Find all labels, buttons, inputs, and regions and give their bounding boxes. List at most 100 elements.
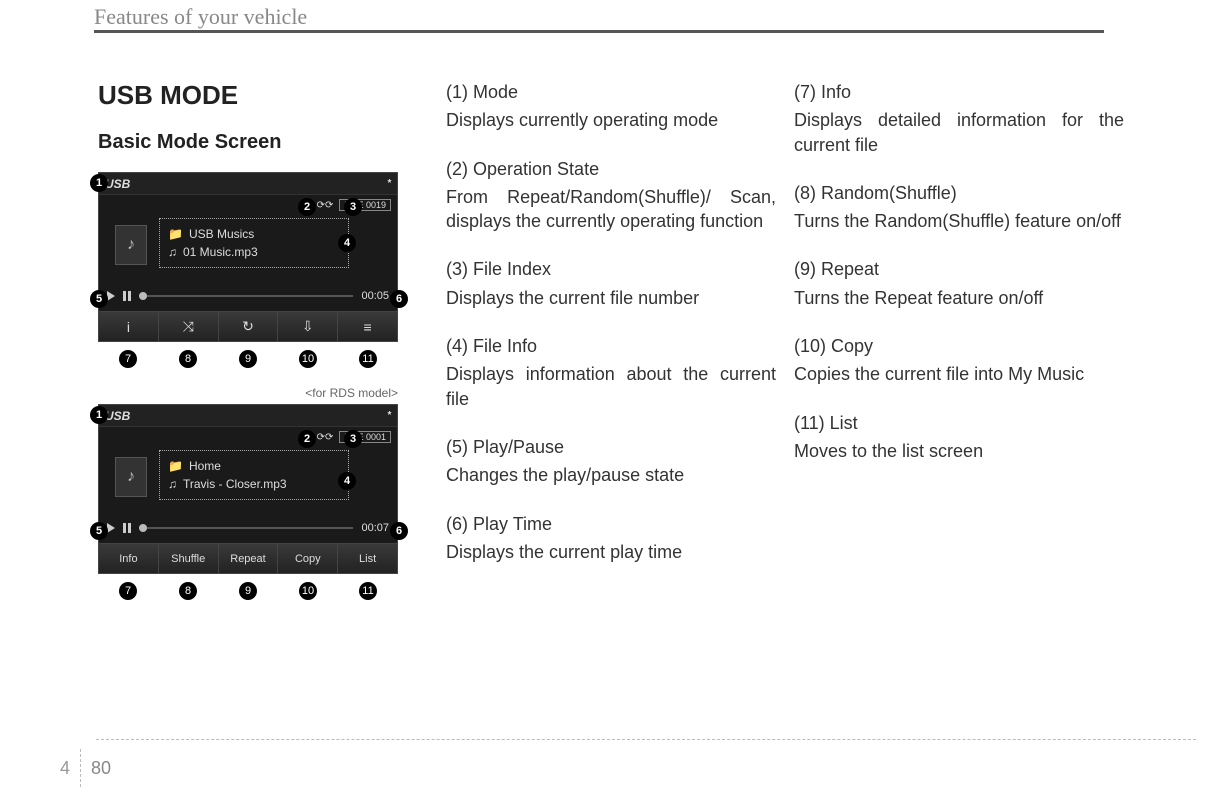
item-head: (9) Repeat bbox=[794, 257, 1124, 281]
callout-8: 8 bbox=[179, 350, 197, 368]
top-bar: USB * bbox=[99, 173, 397, 195]
callout-row-1: 7 8 9 10 11 bbox=[98, 350, 398, 368]
play-time: 00:05 bbox=[361, 290, 389, 302]
softkey-shuffle[interactable]: Shuffle bbox=[159, 544, 219, 573]
callout-10: 10 bbox=[299, 582, 317, 600]
pause-icon[interactable] bbox=[123, 523, 131, 533]
softkey-repeat[interactable]: Repeat bbox=[219, 544, 279, 573]
folder-line: 📁 USB Musics bbox=[168, 227, 340, 241]
file-info-box: 📁 USB Musics ♫ 01 Music.mp3 bbox=[159, 218, 349, 268]
callout-9: 9 bbox=[239, 582, 257, 600]
operation-state-icons: ⟳⟳ bbox=[317, 432, 334, 443]
softkey-copy[interactable]: ⇩ bbox=[278, 312, 338, 341]
item-body: Displays the current play time bbox=[446, 540, 776, 564]
item-head: (8) Random(Shuffle) bbox=[794, 181, 1124, 205]
item-7: (7) Info Displays detailed information f… bbox=[794, 80, 1124, 157]
item-2: (2) Operation State From Repeat/Random(S… bbox=[446, 157, 776, 234]
item-head: (2) Operation State bbox=[446, 157, 776, 181]
item-head: (1) Mode bbox=[446, 80, 776, 104]
callout-11: 11 bbox=[359, 582, 377, 600]
item-head: (5) Play/Pause bbox=[446, 435, 776, 459]
item-head: (11) List bbox=[794, 411, 1124, 435]
section-title: USB MODE bbox=[98, 80, 428, 111]
folder-line: 📁 Home bbox=[168, 459, 340, 473]
softkey-list[interactable]: ≡ bbox=[338, 312, 397, 341]
track-name: Travis - Closer.mp3 bbox=[183, 477, 287, 491]
softkey-repeat[interactable]: ↻ bbox=[219, 312, 279, 341]
file-info-box: 📁 Home ♫ Travis - Closer.mp3 bbox=[159, 450, 349, 500]
operation-state-icons: ⟳⟳ bbox=[317, 200, 334, 211]
item-body: From Repeat/Random(Shuffle)/ Scan, displ… bbox=[446, 185, 776, 234]
note-icon: ♫ bbox=[168, 245, 177, 259]
progress-bar[interactable] bbox=[139, 527, 353, 529]
play-bar: 00:05 bbox=[99, 285, 397, 307]
callout-row-2: 7 8 9 10 11 bbox=[98, 582, 398, 600]
item-10: (10) Copy Copies the current file into M… bbox=[794, 334, 1124, 387]
callout-1: 1 bbox=[90, 174, 108, 192]
play-icon[interactable] bbox=[107, 523, 115, 533]
callout-10: 10 bbox=[299, 350, 317, 368]
mode-label: USB bbox=[105, 177, 130, 191]
callout-3: 3 bbox=[344, 430, 362, 448]
callout-6: 6 bbox=[390, 290, 408, 308]
softkey-copy[interactable]: Copy bbox=[278, 544, 338, 573]
item-body: Displays the current file number bbox=[446, 286, 776, 310]
callout-5: 5 bbox=[90, 522, 108, 540]
page-number: 80 bbox=[91, 758, 111, 779]
progress-bar[interactable] bbox=[139, 295, 353, 297]
column-left: USB MODE Basic Mode Screen USB * ⟳⟳ FILE… bbox=[98, 80, 428, 618]
item-head: (6) Play Time bbox=[446, 512, 776, 536]
rds-caption: <for RDS model> bbox=[98, 386, 398, 400]
callout-5: 5 bbox=[90, 290, 108, 308]
section-subtitle: Basic Mode Screen bbox=[98, 131, 428, 154]
softkey-list[interactable]: List bbox=[338, 544, 397, 573]
top-bar: USB * bbox=[99, 405, 397, 427]
item-11: (11) List Moves to the list screen bbox=[794, 411, 1124, 464]
folder-icon: 📁 bbox=[168, 459, 183, 473]
item-body: Moves to the list screen bbox=[794, 439, 1124, 463]
item-body: Displays detailed information for the cu… bbox=[794, 108, 1124, 157]
softkey-bar: i ⤨ ↻ ⇩ ≡ bbox=[99, 311, 397, 341]
file-index: 0019 bbox=[366, 200, 386, 210]
callout-6: 6 bbox=[390, 522, 408, 540]
usb-device-icon: ♪ bbox=[115, 457, 147, 497]
folder-icon: 📁 bbox=[168, 227, 183, 241]
callout-11: 11 bbox=[359, 350, 377, 368]
track-line: ♫ Travis - Closer.mp3 bbox=[168, 477, 340, 491]
track-line: ♫ 01 Music.mp3 bbox=[168, 245, 340, 259]
header-rule bbox=[94, 30, 1104, 33]
bluetooth-icon: * bbox=[387, 410, 391, 421]
play-bar: 00:07 bbox=[99, 517, 397, 539]
pause-icon[interactable] bbox=[123, 291, 131, 301]
callout-8: 8 bbox=[179, 582, 197, 600]
item-body: Copies the current file into My Music bbox=[794, 362, 1124, 386]
chapter-number: 4 bbox=[60, 758, 70, 779]
item-head: (4) File Info bbox=[446, 334, 776, 358]
callout-9: 9 bbox=[239, 350, 257, 368]
callout-2: 2 bbox=[298, 198, 316, 216]
softkey-shuffle[interactable]: ⤨ bbox=[159, 312, 219, 341]
callout-2: 2 bbox=[298, 430, 316, 448]
callout-1: 1 bbox=[90, 406, 108, 424]
callout-4: 4 bbox=[338, 472, 356, 490]
callout-3: 3 bbox=[344, 198, 362, 216]
column-right: (7) Info Displays detailed information f… bbox=[794, 80, 1124, 618]
softkey-info[interactable]: i bbox=[99, 312, 159, 341]
note-icon: ♫ bbox=[168, 477, 177, 491]
item-body: Turns the Random(Shuffle) feature on/off bbox=[794, 209, 1124, 233]
play-icon[interactable] bbox=[107, 291, 115, 301]
item-3: (3) File Index Displays the current file… bbox=[446, 257, 776, 310]
play-time: 00:07 bbox=[361, 522, 389, 534]
footer-divider bbox=[80, 749, 81, 787]
item-9: (9) Repeat Turns the Repeat feature on/o… bbox=[794, 257, 1124, 310]
item-5: (5) Play/Pause Changes the play/pause st… bbox=[446, 435, 776, 488]
softkey-info[interactable]: Info bbox=[99, 544, 159, 573]
item-4: (4) File Info Displays information about… bbox=[446, 334, 776, 411]
item-body: Turns the Repeat feature on/off bbox=[794, 286, 1124, 310]
callout-4: 4 bbox=[338, 234, 356, 252]
page-footer: 4 80 bbox=[60, 749, 111, 787]
mode-label: USB bbox=[105, 409, 130, 423]
page-content: USB MODE Basic Mode Screen USB * ⟳⟳ FILE… bbox=[98, 80, 1104, 618]
item-8: (8) Random(Shuffle) Turns the Random(Shu… bbox=[794, 181, 1124, 234]
footer-rule bbox=[96, 739, 1196, 740]
